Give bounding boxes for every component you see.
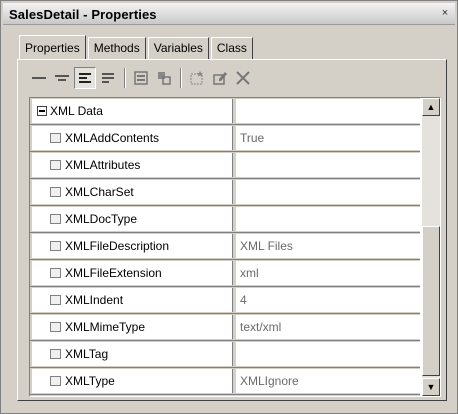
property-row-xmltype[interactable]: XMLType XMLIgnore [30,368,420,395]
property-row-xmlindent[interactable]: XMLIndent 4 [30,287,420,314]
group-value-cell [236,99,420,123]
property-name: XMLAttributes [65,158,141,172]
property-name: XMLAddContents [65,131,160,145]
property-value-cell[interactable] [236,180,420,204]
property-name: XMLDocType [65,212,138,226]
property-value-cell[interactable]: text/xml [236,315,420,339]
property-grid-rows: XML Data XMLAddContents True XMLAttribut… [30,98,420,396]
title-bar[interactable]: SalesDetail - Properties × [3,3,455,25]
property-value-cell[interactable]: 4 [236,288,420,312]
property-name-cell: XMLDocType [32,207,233,231]
align-left-icon[interactable] [74,67,96,89]
property-name-cell: XMLFileDescription [32,234,233,258]
vertical-scrollbar[interactable]: ▲ ▼ [422,98,440,396]
property-name-cell: XMLAddContents [32,126,233,150]
property-value: XML Files [240,239,293,253]
scroll-thumb[interactable] [422,226,440,376]
close-icon[interactable]: × [439,8,451,20]
property-row-xmldoctype[interactable]: XMLDocType [30,206,420,233]
property-name: XMLFileExtension [65,266,162,280]
toolbar-separator [124,68,126,88]
property-name-cell: XMLMimeType [32,315,233,339]
properties-window: SalesDetail - Properties × Properties Me… [0,0,458,414]
toolbar-separator [180,68,182,88]
property-name-cell: XMLFileExtension [32,261,233,285]
property-name: XMLType [65,374,115,388]
property-value-cell[interactable]: xml [236,261,420,285]
property-row-xmlattributes[interactable]: XMLAttributes [30,152,420,179]
edit-property-icon[interactable] [209,67,231,89]
delete-icon[interactable] [232,67,254,89]
property-row-xmltag[interactable]: XMLTag [30,341,420,368]
tab-strip: Properties Methods Variables Class [19,35,255,59]
collapse-all-icon[interactable] [28,67,50,89]
property-row-xmlcharset[interactable]: XMLCharSet [30,179,420,206]
property-name-cell: XMLType [32,369,233,393]
properties-panel: XML Data XMLAddContents True XMLAttribut… [17,59,447,401]
property-row-xmladdcontents[interactable]: XMLAddContents True [30,125,420,152]
property-icon [50,295,61,305]
property-name: XMLCharSet [65,185,134,199]
scroll-up-icon[interactable]: ▲ [422,98,440,116]
property-name-cell: XMLIndent [32,288,233,312]
property-name-cell: XMLCharSet [32,180,233,204]
group-name-cell: XML Data [32,99,233,123]
toolbar [28,65,255,91]
tab-properties[interactable]: Properties [19,35,86,59]
scroll-down-icon[interactable]: ▼ [422,378,440,396]
property-name-cell: XMLAttributes [32,153,233,177]
property-grid: XML Data XMLAddContents True XMLAttribut… [29,97,441,397]
property-row-xmlfileextension[interactable]: XMLFileExtension xml [30,260,420,287]
property-value: text/xml [240,320,282,334]
property-name: XMLFileDescription [65,239,170,253]
group-row-xml-data[interactable]: XML Data [30,98,420,125]
property-value-cell[interactable] [236,342,420,366]
property-value-cell[interactable]: XMLIgnore [236,369,420,393]
collapse-group-icon[interactable] [37,106,47,116]
property-value: True [240,131,265,145]
expand-all-icon[interactable] [51,67,73,89]
property-value-cell[interactable]: XML Files [236,234,420,258]
property-icon [50,214,61,224]
layout-icon[interactable] [153,67,175,89]
form-icon[interactable] [130,67,152,89]
property-icon [50,322,61,332]
property-icon [50,133,61,143]
property-value: 4 [240,293,247,307]
property-row-xmlmimetype[interactable]: XMLMimeType text/xml [30,314,420,341]
property-icon [50,160,61,170]
property-name: XMLTag [65,347,109,361]
tab-methods[interactable]: Methods [87,37,146,59]
window-title: SalesDetail - Properties [9,7,157,22]
property-value-cell[interactable] [236,153,420,177]
property-name-cell: XMLTag [32,342,233,366]
property-icon [50,268,61,278]
align-justify-icon[interactable] [97,67,119,89]
property-value-cell[interactable]: True [236,126,420,150]
property-name: XMLIndent [65,293,124,307]
tab-class[interactable]: Class [210,37,253,59]
property-name: XMLMimeType [65,320,146,334]
property-icon [50,376,61,386]
new-property-icon[interactable] [186,67,208,89]
property-value: XMLIgnore [240,374,299,388]
tab-variables[interactable]: Variables [147,37,209,59]
property-icon [50,349,61,359]
property-icon [50,187,61,197]
property-value: xml [240,266,259,280]
group-label: XML Data [50,104,103,118]
property-row-xmlfiledescription[interactable]: XMLFileDescription XML Files [30,233,420,260]
property-icon [50,241,61,251]
property-value-cell[interactable] [236,207,420,231]
